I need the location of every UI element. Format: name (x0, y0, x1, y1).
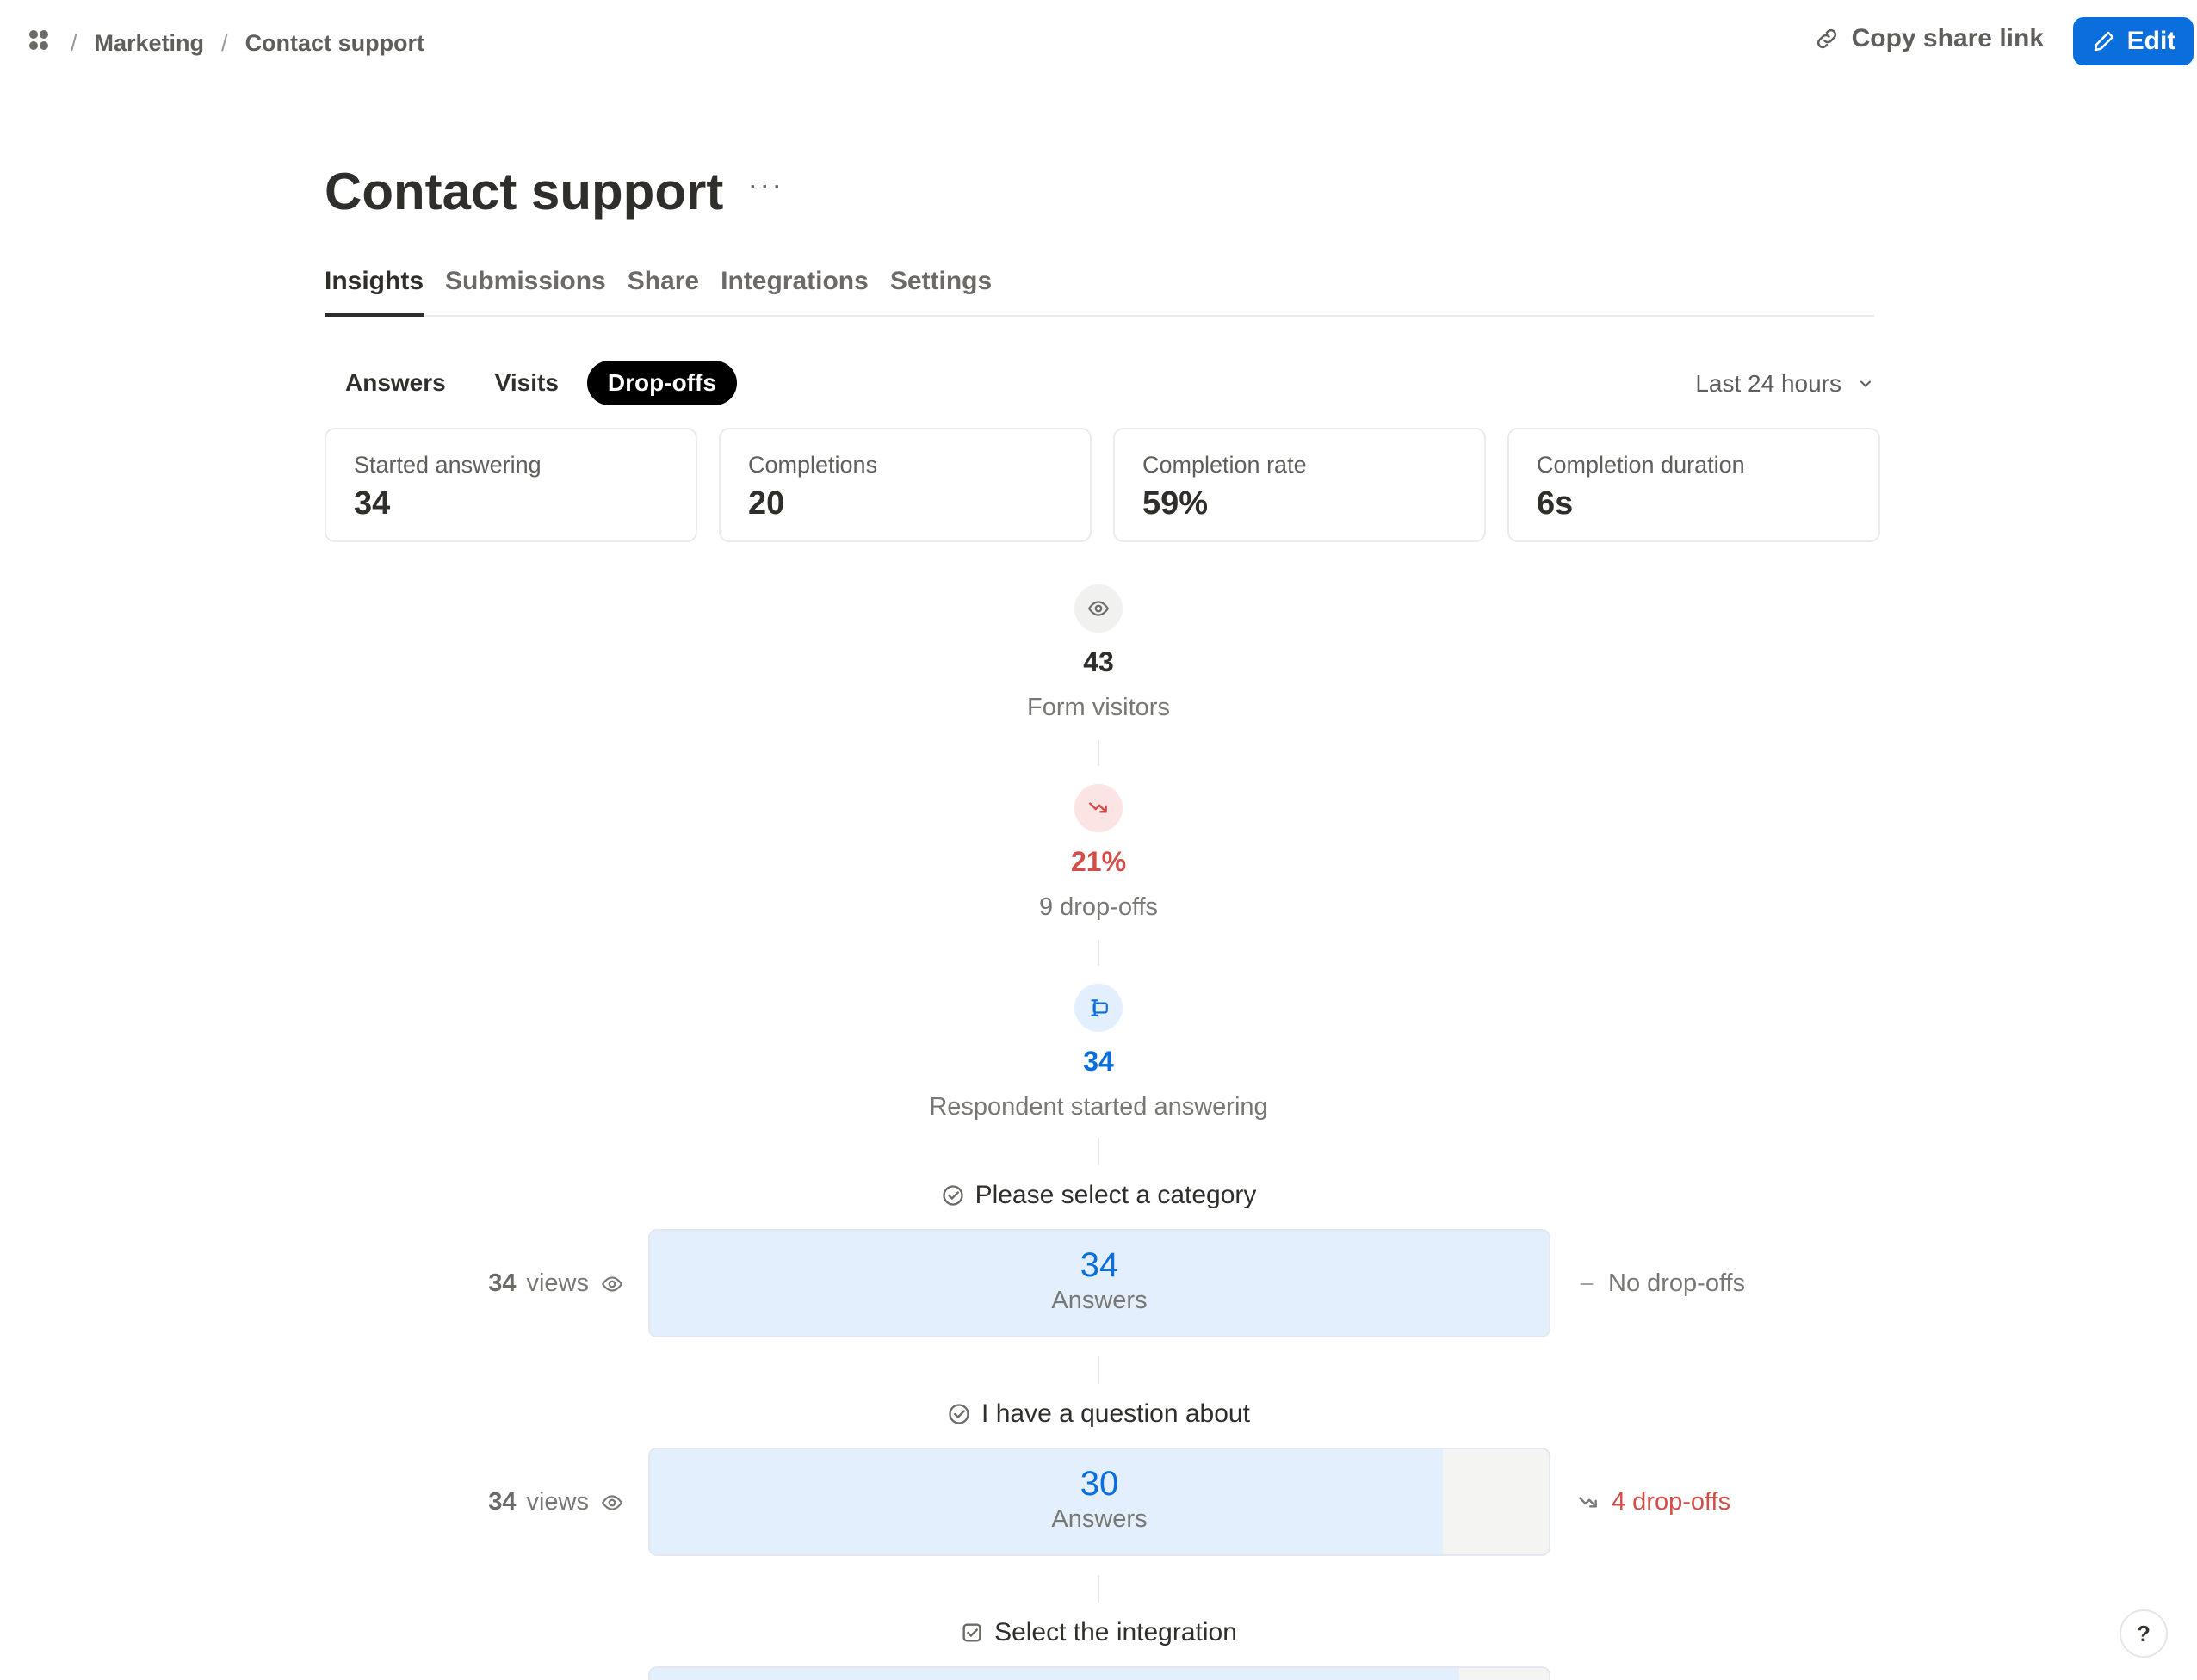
edit-button[interactable]: Edit (2073, 17, 2194, 65)
answers-bar[interactable] (648, 1666, 1550, 1680)
stat-value: 20 (748, 485, 785, 522)
time-range-select[interactable]: Last 24 hours (1695, 370, 1874, 398)
funnel-connector (1098, 1575, 1099, 1603)
answers-bar[interactable]: 30 Answers (648, 1448, 1550, 1556)
visitors-label: Form visitors (1027, 694, 1170, 721)
stats-row: Started answering 34 Completions 20 Comp… (325, 428, 1880, 542)
funnel-connector (1098, 1138, 1099, 1165)
view-drop-offs[interactable]: Drop-offs (586, 361, 737, 405)
checkbox-icon (962, 1623, 981, 1642)
tab-insights[interactable]: Insights (325, 258, 424, 317)
main-tabs: Insights Submissions Share Integrations … (325, 258, 1874, 317)
breadcrumb-contact-support[interactable]: Contact support (245, 30, 425, 57)
breadcrumb-separator: / (221, 30, 228, 56)
breadcrumb-separator: / (71, 30, 77, 56)
eye-icon (601, 1275, 623, 1292)
answers-count: 34 (1080, 1246, 1119, 1284)
chevron-down-icon (1860, 380, 1871, 387)
question-title: Please select a category (668, 1181, 1529, 1210)
view-visits[interactable]: Visits (474, 361, 579, 405)
link-icon (1816, 28, 1836, 49)
workspace-logo-icon[interactable] (24, 26, 53, 61)
question-title-text: Please select a category (975, 1181, 1257, 1209)
funnel-connector (1098, 740, 1099, 766)
eye-icon (1087, 601, 1110, 616)
stat-label: Completion rate (1142, 452, 1307, 478)
view-answers[interactable]: Answers (325, 361, 467, 405)
stat-label: Started answering (354, 452, 542, 478)
tab-integrations[interactable]: Integrations (721, 258, 869, 317)
stat-card-completion-duration: Completion duration 6s (1507, 428, 1880, 542)
stat-card-completion-rate: Completion rate 59% (1113, 428, 1486, 542)
views-count: 34 (488, 1488, 517, 1516)
dropoff-label: No drop-offs (1608, 1269, 1746, 1297)
stat-value: 34 (354, 485, 391, 522)
stat-label: Completion duration (1537, 452, 1745, 478)
stat-value: 59% (1142, 485, 1209, 522)
breadcrumb: / Marketing / Contact support (24, 26, 424, 61)
help-button[interactable]: ? (2120, 1609, 2168, 1658)
eye-icon (601, 1494, 623, 1510)
dropoff-label: 4 drop-offs (1612, 1488, 1731, 1516)
question-title-text: Select the integration (994, 1618, 1237, 1646)
dropoff-node (1074, 784, 1123, 832)
dropoff-indicator: No drop-offs (1577, 1269, 1745, 1298)
answers-bar[interactable]: 34 Answers (648, 1229, 1550, 1337)
breadcrumb-marketing[interactable]: Marketing (95, 30, 205, 57)
started-label: Respondent started answering (929, 1093, 1268, 1121)
question-title: Select the integration (668, 1618, 1529, 1647)
funnel-connector (1098, 940, 1099, 966)
started-count: 34 (1083, 1046, 1114, 1077)
text-cursor-icon (1091, 999, 1108, 1016)
stat-card-started: Started answering 34 (325, 428, 697, 542)
trend-down-icon (1579, 1496, 1597, 1508)
visitors-count: 43 (1083, 646, 1114, 677)
pencil-icon (2094, 31, 2113, 52)
copy-share-link-label: Copy share link (1851, 24, 2044, 52)
answers-label: Answers (1051, 1505, 1148, 1533)
funnel-connector (1098, 1356, 1099, 1384)
question-views: 34 views (488, 1488, 623, 1516)
trend-down-icon (1089, 802, 1107, 813)
dropoff-indicator: 4 drop-offs (1577, 1488, 1730, 1516)
answers-count: 30 (1080, 1465, 1119, 1503)
check-circle-icon (949, 1404, 969, 1424)
dropoff-rate: 21% (1070, 846, 1127, 877)
tab-settings[interactable]: Settings (890, 258, 992, 317)
started-node (1074, 984, 1123, 1032)
stat-card-completions: Completions 20 (719, 428, 1092, 542)
answers-label: Answers (1051, 1287, 1148, 1314)
check-circle-icon (942, 1185, 963, 1206)
edit-label: Edit (2126, 27, 2176, 55)
dropoff-count: 9 drop-offs (1038, 893, 1159, 921)
tab-submissions[interactable]: Submissions (445, 258, 606, 317)
visitors-node (1074, 584, 1123, 633)
more-options-icon[interactable]: ··· (747, 167, 783, 203)
time-range-value: Last 24 hours (1695, 370, 1841, 397)
insights-view-toggle: Answers Visits Drop-offs (325, 361, 745, 405)
answers-bar-fill (650, 1668, 1459, 1680)
views-label: views (526, 1488, 589, 1516)
page-header: Contact support ··· (325, 162, 783, 221)
question-title: I have a question about (668, 1399, 1529, 1429)
dash-icon (1580, 1282, 1594, 1285)
question-views: 34 views (488, 1269, 623, 1298)
page-title: Contact support (325, 163, 724, 220)
question-title-text: I have a question about (981, 1399, 1250, 1428)
copy-share-link-button[interactable]: Copy share link (1814, 24, 2044, 53)
views-label: views (526, 1269, 589, 1297)
top-bar: / Marketing / Contact support Copy share… (0, 0, 2197, 86)
stat-label: Completions (748, 452, 878, 478)
tab-share[interactable]: Share (628, 258, 699, 317)
views-count: 34 (488, 1269, 517, 1297)
stat-value: 6s (1537, 485, 1574, 522)
